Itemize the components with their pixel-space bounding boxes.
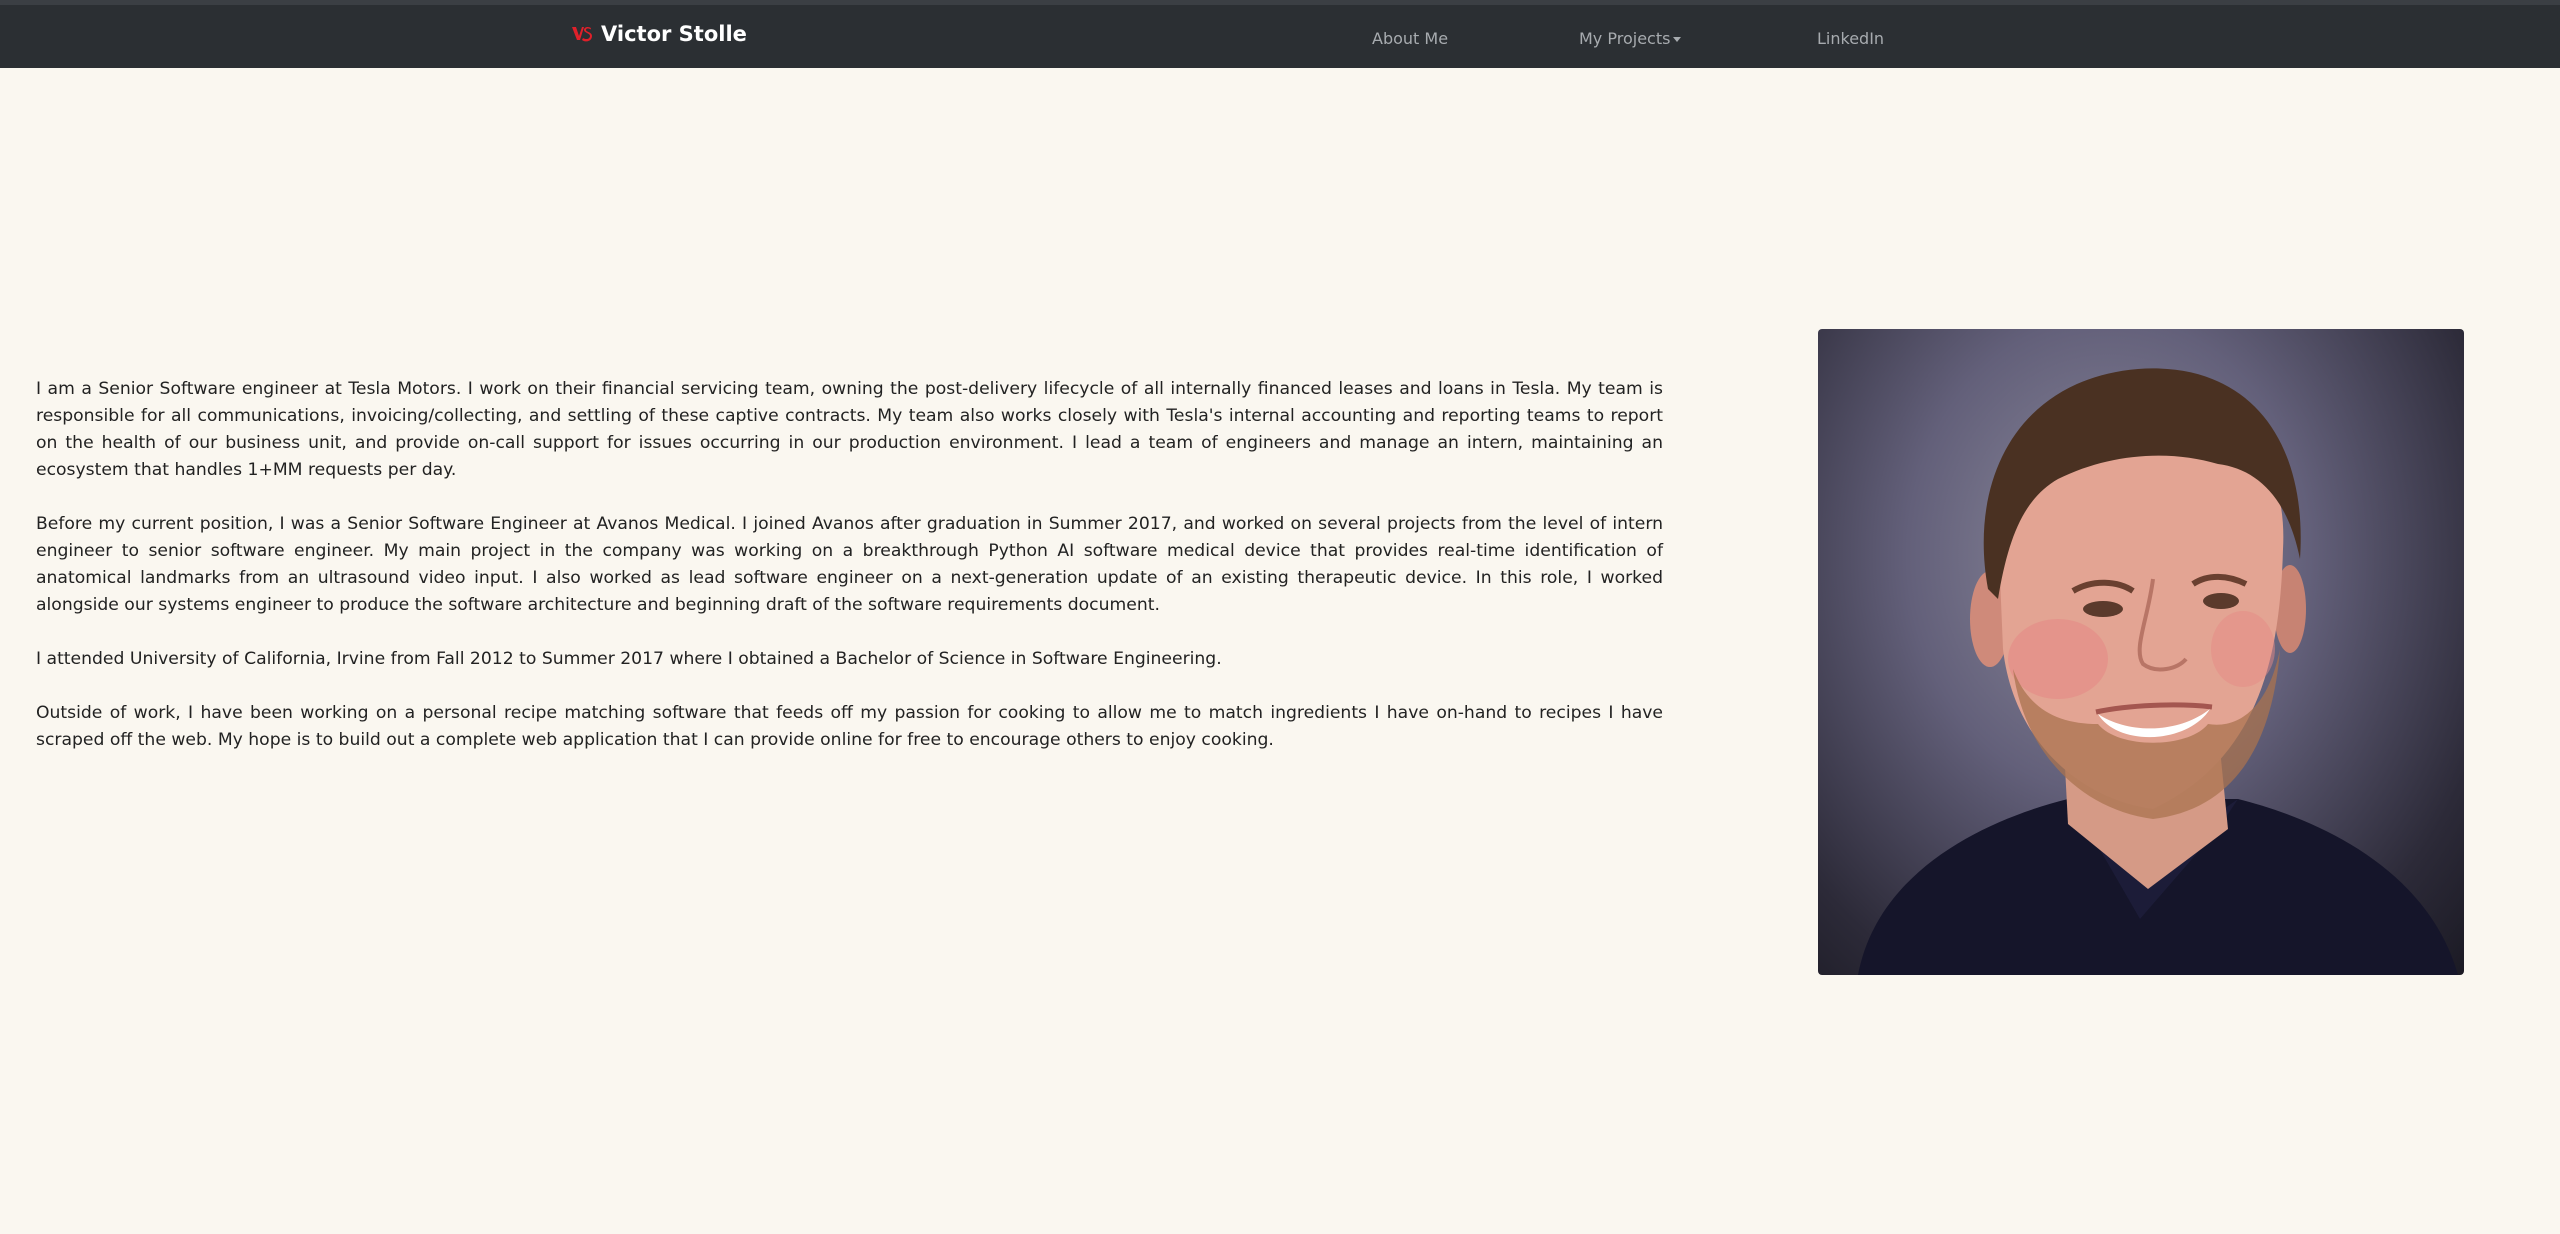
brand-link[interactable]: Victor Stolle (571, 22, 747, 46)
portrait-illustration (1858, 368, 2458, 975)
caret-down-icon (1673, 37, 1682, 42)
nav-about-me[interactable]: About Me (1372, 29, 1448, 48)
bio-section: I am a Senior Software engineer at Tesla… (36, 376, 1663, 781)
brand-name: Victor Stolle (601, 22, 747, 46)
bio-paragraph-previous-role: Before my current position, I was a Seni… (36, 514, 1663, 615)
bio-paragraph-current-role: I am a Senior Software engineer at Tesla… (36, 379, 1663, 480)
nav-linkedin[interactable]: LinkedIn (1817, 29, 1884, 48)
vs-logo-icon (571, 25, 593, 43)
bio-paragraph-education: I attended University of California, Irv… (36, 649, 1222, 669)
nav-my-projects-label: My Projects (1579, 29, 1671, 48)
bio-paragraph-hobbies: Outside of work, I have been working on … (36, 703, 1663, 750)
navbar: Victor Stolle About Me My Projects Linke… (0, 0, 2560, 68)
nav-my-projects-dropdown[interactable]: My Projects (1579, 29, 1682, 48)
profile-photo (1818, 329, 2464, 975)
